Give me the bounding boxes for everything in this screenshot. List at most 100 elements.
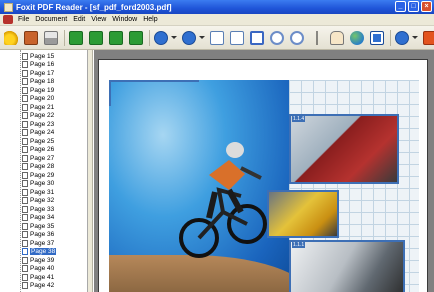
sidebar-item-label: Page 39 (30, 256, 55, 264)
sidebar-item-page[interactable]: Page 41 (22, 273, 54, 281)
sidebar-item-page[interactable]: Page 38 (22, 248, 57, 256)
sidebar-item-page[interactable]: Page 35 (22, 222, 54, 230)
sidebar-item-page[interactable]: Page 22 (22, 112, 54, 120)
sidebar-item-page[interactable]: Page 25 (22, 137, 54, 145)
sidebar-item-label: Page 18 (30, 78, 55, 86)
page-icon (22, 146, 28, 154)
menu-edit[interactable]: Edit (70, 16, 88, 23)
sidebar-item-page[interactable]: Page 18 (22, 78, 54, 86)
open-icon[interactable] (4, 30, 18, 45)
help-icon[interactable] (395, 30, 409, 45)
sidebar-item-page[interactable]: Page 39 (22, 256, 54, 264)
page-icon (22, 52, 28, 60)
rotate-right-icon[interactable] (290, 30, 304, 45)
sidebar-item-label: Page 22 (30, 112, 55, 120)
zoom-in-dropdown-icon[interactable] (199, 36, 205, 39)
sidebar-item-page[interactable]: Page 34 (22, 214, 54, 222)
page-marker-line (109, 80, 199, 82)
rotate-left-icon[interactable] (270, 30, 284, 45)
sidebar-item-label: Page 32 (30, 197, 55, 205)
next-page-icon[interactable] (109, 30, 123, 45)
page-icon (22, 214, 28, 222)
minimize-button[interactable]: _ (395, 1, 406, 12)
zoom-out-dropdown-icon[interactable] (171, 36, 177, 39)
zoom-in-icon[interactable] (182, 30, 196, 45)
sidebar-item-page[interactable]: Page 30 (22, 180, 54, 188)
sidebar-item-label: Page 16 (30, 61, 55, 69)
last-page-icon[interactable] (129, 30, 143, 45)
document-menu-icon[interactable] (3, 15, 13, 24)
maximize-button[interactable]: □ (408, 1, 419, 12)
sidebar-item-page[interactable]: Page 15 (22, 52, 54, 60)
page-icon (22, 256, 28, 264)
menu-view[interactable]: View (88, 16, 109, 23)
sidebar-item-label: Page 41 (30, 273, 55, 281)
page-icon (22, 69, 28, 77)
photo-label: 1.1.1 (292, 242, 306, 248)
first-page-icon[interactable] (69, 30, 83, 45)
sidebar-item-page[interactable]: Page 33 (22, 205, 54, 213)
toolbar (0, 26, 434, 50)
sidebar-item-page[interactable]: Page 21 (22, 103, 54, 111)
window-title: Foxit PDF Reader - [sf_pdf_ford2003.pdf] (16, 2, 172, 12)
sidebar-item-page[interactable]: Page 36 (22, 231, 54, 239)
sidebar-item-page[interactable]: Page 23 (22, 120, 54, 128)
sidebar-item-label: Page 30 (30, 180, 55, 188)
brochure-cover-image: 1.1.4 1.1.1 (109, 80, 419, 292)
sidebar-item-page[interactable]: Page 29 (22, 171, 54, 179)
sidebar-item-page[interactable]: Page 17 (22, 69, 54, 77)
close-button[interactable]: × (421, 1, 432, 12)
page-icon (22, 154, 28, 162)
sidebar-item-page[interactable]: Page 37 (22, 239, 54, 247)
previous-page-icon[interactable] (89, 30, 103, 45)
sidebar-item-label: Page 36 (30, 231, 55, 239)
page-icon (22, 180, 28, 188)
sidebar-item-page[interactable]: Page 24 (22, 129, 54, 137)
menu-file[interactable]: File (15, 16, 32, 23)
save-icon[interactable] (24, 30, 38, 45)
hand-tool-icon[interactable] (330, 30, 344, 45)
page-icon (22, 197, 28, 205)
print-icon[interactable] (44, 30, 58, 45)
sidebar-item-label: Page 35 (30, 222, 55, 230)
sidebar-item-page[interactable]: Page 26 (22, 146, 54, 154)
globe-icon[interactable] (350, 30, 364, 45)
sidebar-item-page[interactable]: Page 32 (22, 197, 54, 205)
sidebar-item-label: Page 25 (30, 137, 55, 145)
toolbar-separator (149, 29, 150, 46)
page-icon (22, 103, 28, 111)
bookmarks-panel[interactable]: Page 15 Page 16 Page 17 Page 18 Page 19 Page … (0, 50, 88, 292)
text-select-icon[interactable] (310, 30, 324, 45)
title-bar: Foxit PDF Reader - [sf_pdf_ford2003.pdf]… (0, 0, 434, 14)
help-dropdown-icon[interactable] (412, 36, 418, 39)
sidebar-item-page[interactable]: Page 40 (22, 265, 54, 273)
panel-splitter[interactable] (88, 50, 93, 292)
sidebar-item-page[interactable]: Page 27 (22, 154, 54, 162)
page-icon (22, 78, 28, 86)
toolbar-separator (390, 29, 391, 46)
sidebar-item-label: Page 15 (30, 52, 55, 60)
sidebar-item-label: Page 34 (30, 214, 55, 222)
sidebar-item-page[interactable]: Page 28 (22, 163, 54, 171)
snapshot-icon[interactable] (370, 30, 384, 45)
menu-window[interactable]: Window (109, 16, 140, 23)
sidebar-item-label: Page 21 (30, 103, 55, 111)
document-viewport[interactable]: 1.1.4 1.1.1 (94, 50, 434, 292)
facing-page-icon[interactable] (250, 30, 264, 45)
close-doc-icon[interactable] (423, 30, 434, 45)
mountain-biker-image (179, 142, 267, 258)
zoom-out-icon[interactable] (154, 30, 168, 45)
sidebar-item-page[interactable]: Page 16 (22, 61, 54, 69)
sidebar-item-label: Page 42 (30, 282, 55, 290)
page-icon (22, 120, 28, 128)
sidebar-item-page[interactable]: Page 31 (22, 188, 54, 196)
menu-help[interactable]: Help (140, 16, 160, 23)
menu-document[interactable]: Document (32, 16, 70, 23)
sidebar-item-page[interactable]: Page 20 (22, 95, 54, 103)
sidebar-item-page[interactable]: Page 19 (22, 86, 54, 94)
sidebar-item-label: Page 33 (30, 205, 55, 213)
continuous-page-icon[interactable] (230, 30, 244, 45)
page-icon (22, 248, 28, 256)
single-page-icon[interactable] (210, 30, 224, 45)
sidebar-item-page[interactable]: Page 42 (22, 282, 54, 290)
